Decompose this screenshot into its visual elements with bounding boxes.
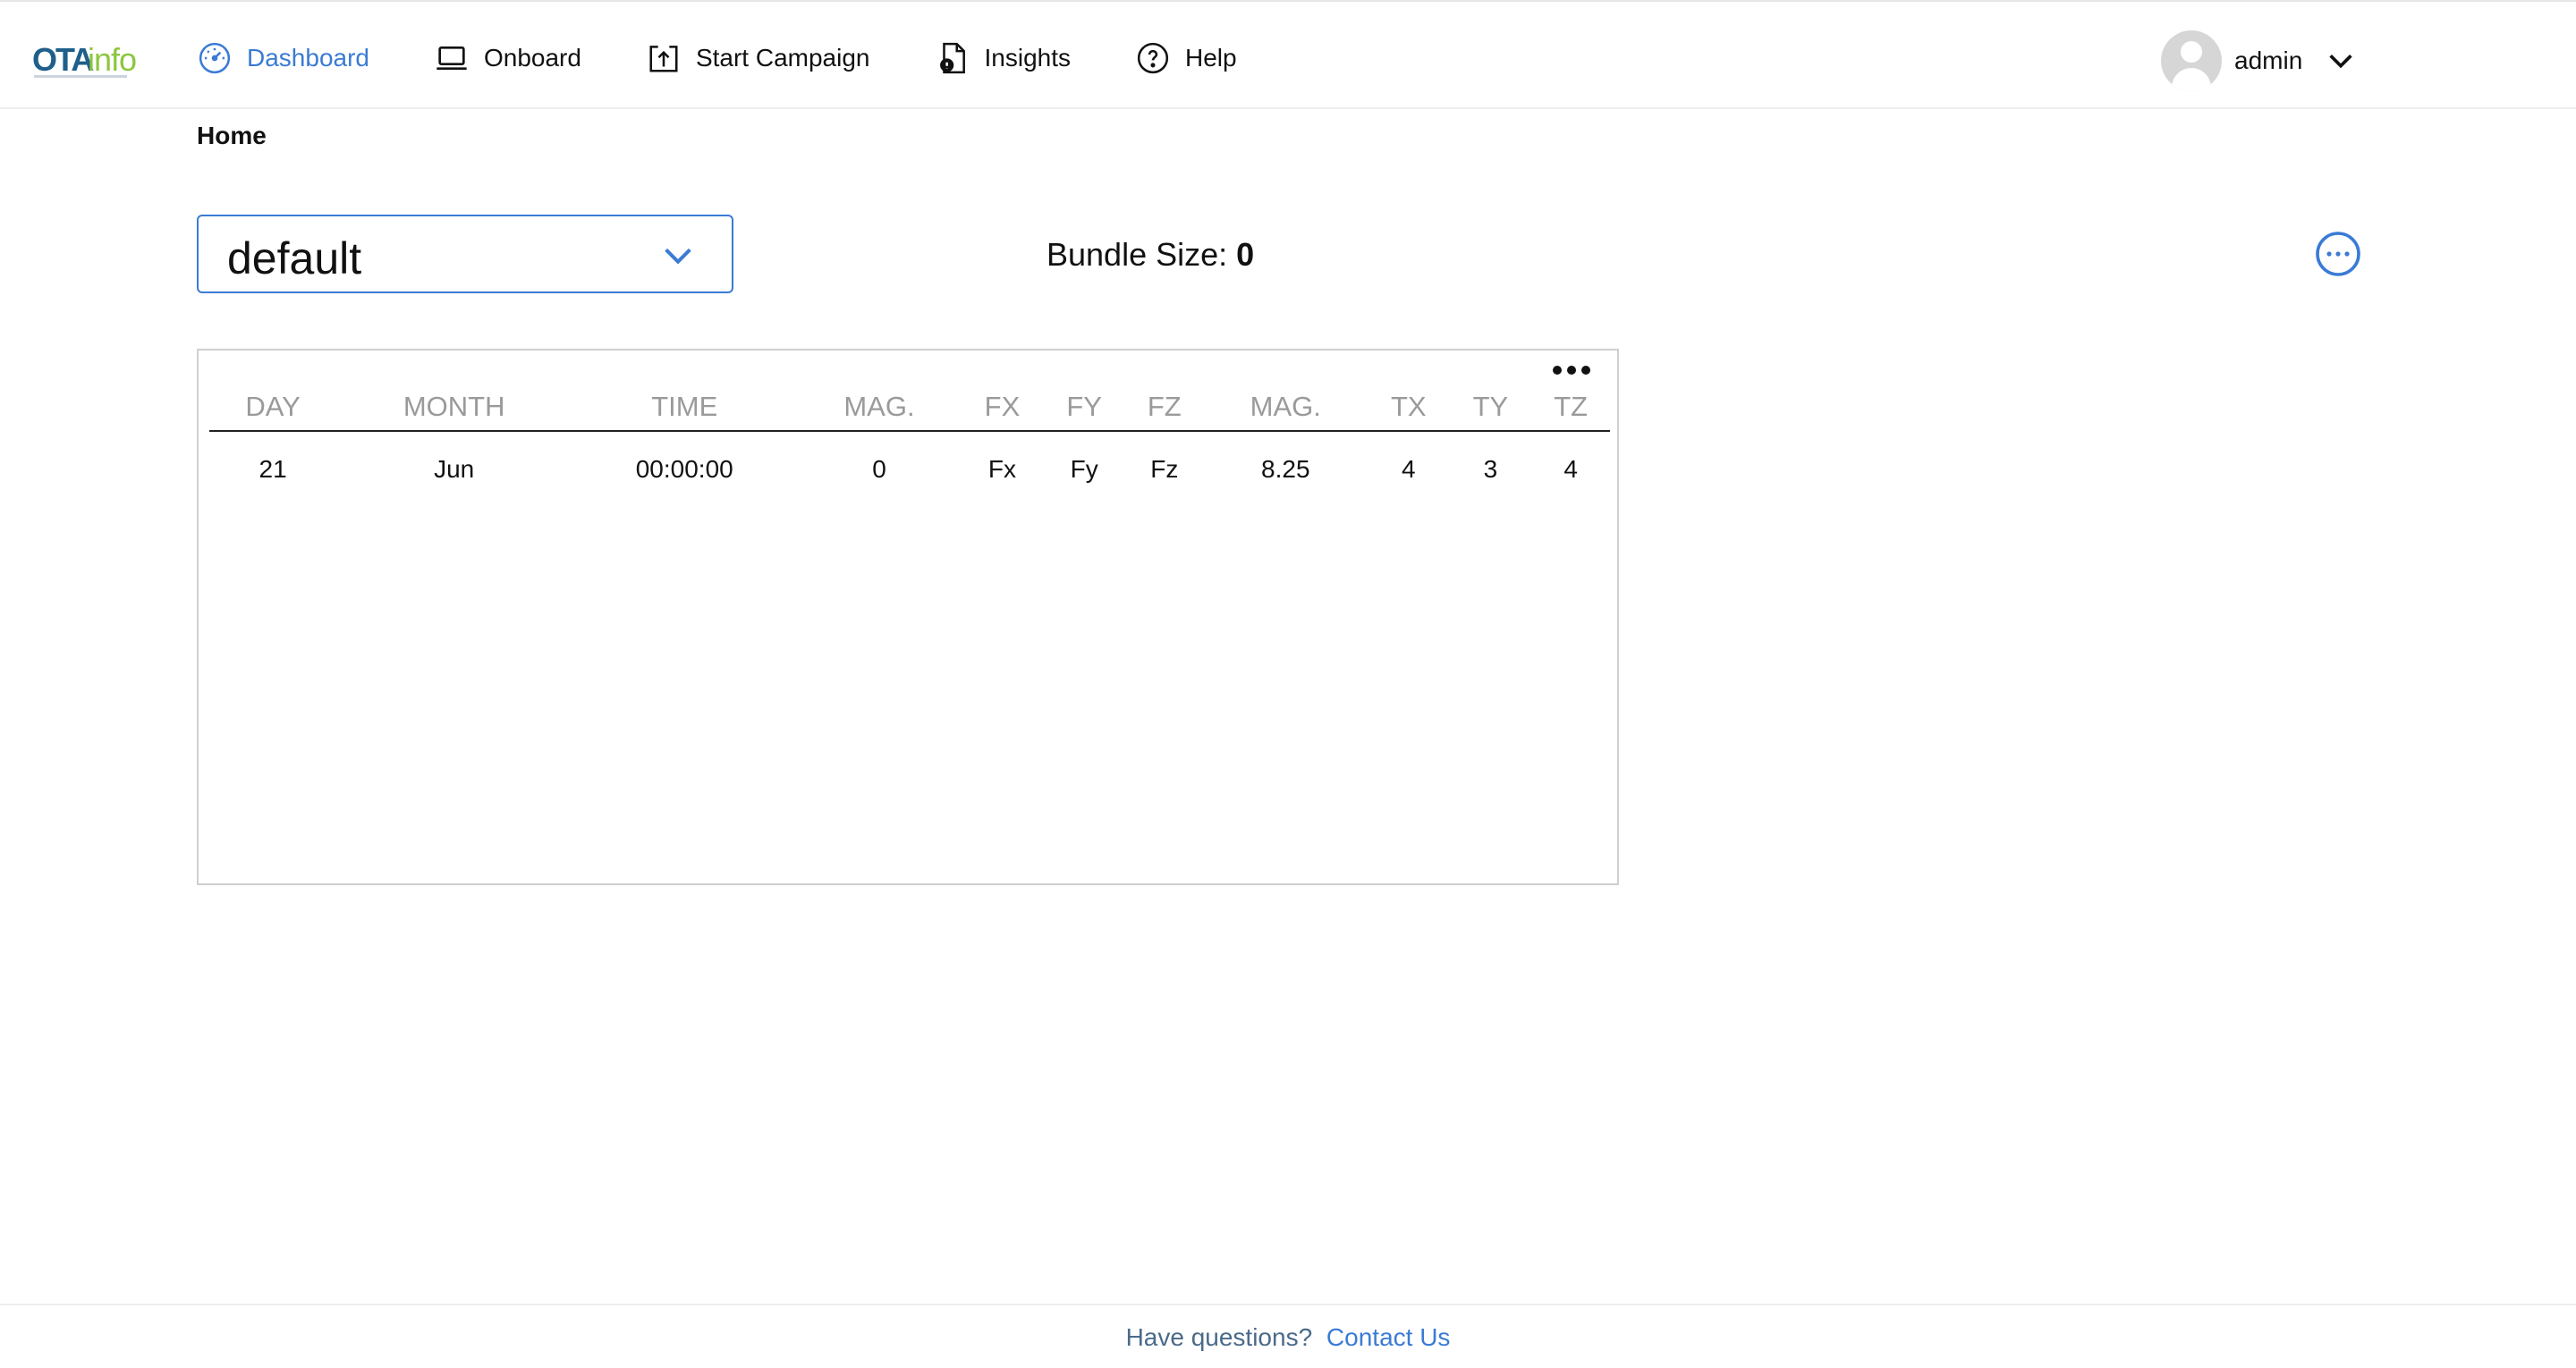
nav-onboard[interactable]: Onboard <box>434 40 581 76</box>
nav-start-campaign[interactable]: Start Campaign <box>646 40 870 76</box>
chevron-down-icon <box>2329 55 2352 69</box>
nav-insights-label: Insights <box>984 44 1072 72</box>
nav-help-label: Help <box>1185 44 1237 72</box>
cell-day: 21 <box>258 454 287 483</box>
ota-info-logo[interactable]: OTA info <box>32 41 137 80</box>
bundle-select-value: default <box>227 233 362 283</box>
cell-tx: 4 <box>1401 454 1416 483</box>
col-month[interactable]: MONTH <box>336 370 572 432</box>
bundle-size-label: Bundle Size: <box>1046 236 1228 273</box>
cell-ty: 3 <box>1483 454 1498 483</box>
user-menu[interactable]: admin <box>2161 30 2356 91</box>
cell-month: Jun <box>434 454 475 483</box>
col-tz[interactable]: TZ <box>1531 370 1610 432</box>
upload-box-icon <box>646 40 682 76</box>
data-table-card: DAY MONTH TIME MAG. FX FY FZ MAG. TX TY … <box>197 349 1619 885</box>
more-options-icon[interactable] <box>2315 231 2361 277</box>
table-header-row: DAY MONTH TIME MAG. FX FY FZ MAG. TX TY … <box>209 370 1610 432</box>
nav-dashboard[interactable]: Dashboard <box>197 40 369 76</box>
col-time[interactable]: TIME <box>572 370 798 432</box>
nav-help[interactable]: Help <box>1135 40 1237 76</box>
cell-tz: 4 <box>1563 454 1578 483</box>
data-table: DAY MONTH TIME MAG. FX FY FZ MAG. TX TY … <box>209 370 1610 499</box>
col-mag-force[interactable]: MAG. <box>797 370 962 432</box>
nav-dashboard-label: Dashboard <box>247 44 369 72</box>
cell-fy: Fy <box>1070 454 1098 483</box>
cell-fx: Fx <box>987 454 1017 483</box>
cell-mag-torque: 8.25 <box>1261 454 1310 483</box>
chevron-down-icon <box>665 248 691 265</box>
footer-question: Have questions? <box>1125 1323 1313 1351</box>
main-nav: Dashboard Onboard Start Campaign Insight… <box>197 36 1301 80</box>
question-circle-icon <box>1135 40 1171 76</box>
col-fz[interactable]: FZ <box>1124 370 1204 432</box>
contact-us-link[interactable]: Contact Us <box>1326 1323 1451 1351</box>
logo-text-ota: OTA <box>32 41 94 78</box>
cell-mag-force: 0 <box>872 454 886 483</box>
nav-start-campaign-label: Start Campaign <box>695 44 870 72</box>
col-fx[interactable]: FX <box>961 370 1044 432</box>
cell-fz: Fz <box>1150 454 1179 483</box>
avatar <box>2161 30 2222 91</box>
user-name: admin <box>2234 46 2303 74</box>
col-day[interactable]: DAY <box>209 370 337 432</box>
bundle-select[interactable]: default <box>197 215 733 293</box>
col-fy[interactable]: FY <box>1043 370 1125 432</box>
cell-time: 00:00:00 <box>635 454 733 483</box>
bundle-size-value: 0 <box>1236 236 1255 273</box>
gauge-icon <box>197 40 233 76</box>
col-mag-torque[interactable]: MAG. <box>1203 370 1368 432</box>
logo-tagline-mark <box>34 75 127 78</box>
nav-insights[interactable]: Insights <box>935 40 1072 76</box>
nav-onboard-label: Onboard <box>483 44 581 72</box>
top-navbar: OTA info Dashboard Onboard Start Campaig… <box>0 0 2576 109</box>
bundle-size: Bundle Size: 0 <box>1046 236 1254 274</box>
document-alert-icon <box>935 40 970 76</box>
col-ty[interactable]: TY <box>1449 370 1532 432</box>
breadcrumb[interactable]: Home <box>197 122 267 150</box>
table-row[interactable]: 21 Jun 00:00:00 0 Fx Fy Fz 8.25 4 3 4 <box>209 431 1610 499</box>
laptop-icon <box>434 40 470 76</box>
logo-text-info: info <box>88 41 137 78</box>
footer: Have questions? Contact Us <box>0 1304 2576 1368</box>
col-tx[interactable]: TX <box>1367 370 1450 432</box>
